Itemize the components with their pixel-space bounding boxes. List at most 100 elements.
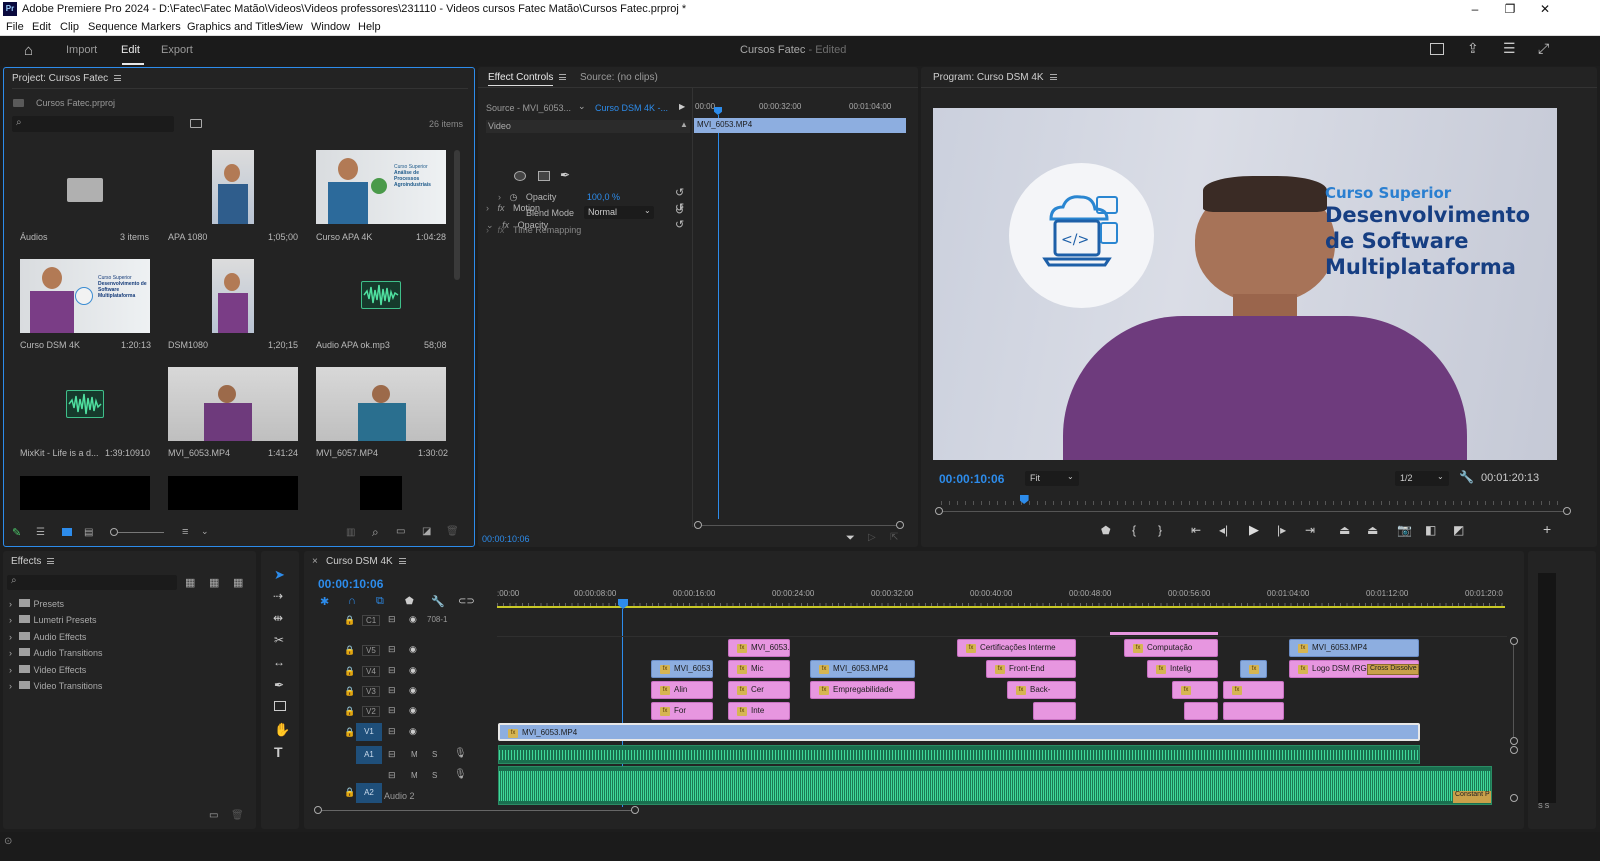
scroll-handle[interactable]: [896, 521, 904, 529]
ec-clip-bar[interactable]: MVI_6053.MP4: [694, 118, 906, 133]
track-label-v4[interactable]: V4: [362, 666, 380, 677]
effects-tab[interactable]: Effects: [11, 556, 55, 567]
solo-button[interactable]: S: [432, 771, 437, 780]
v-scroll-handle[interactable]: [1510, 794, 1518, 802]
clip-v4[interactable]: fx Front-End: [986, 660, 1076, 678]
go-to-out-icon[interactable]: ⇥: [1305, 523, 1315, 537]
camera-icon[interactable]: 📷: [1397, 523, 1412, 537]
clip-v5[interactable]: fx MVI_6053.: [728, 639, 790, 657]
mute-button[interactable]: M: [411, 771, 418, 780]
project-scrollbar[interactable]: [454, 150, 460, 280]
trash-icon[interactable]: 🗑: [446, 526, 459, 537]
filter-icon[interactable]: ⏷: [846, 532, 855, 545]
mute-button[interactable]: M: [411, 750, 418, 759]
captions-icon[interactable]: ⊂⊃: [458, 596, 475, 607]
lock-icon[interactable]: 🔒: [344, 645, 355, 656]
step-forward-icon[interactable]: |▸: [1277, 523, 1286, 537]
menu-file[interactable]: File: [6, 21, 24, 33]
collapse-arrow-icon[interactable]: ▲: [680, 120, 688, 129]
mark-in-icon[interactable]: {: [1132, 523, 1136, 537]
clip-v3[interactable]: fx Back-: [1007, 681, 1076, 699]
reset-icon[interactable]: ↺: [675, 204, 684, 217]
new-bin-icon[interactable]: [190, 119, 202, 128]
constant-power-transition[interactable]: Constant P: [1453, 791, 1491, 803]
freeform-view-icon[interactable]: ▤: [84, 527, 93, 538]
clip-v1[interactable]: fx MVI_6053.MP4: [498, 723, 1420, 741]
menu-graphics-titles[interactable]: Graphics and Titles: [187, 21, 281, 33]
solo-button[interactable]: S: [432, 750, 437, 759]
blend-mode-select[interactable]: Normal ⌄: [584, 206, 654, 219]
ec-scrollbar[interactable]: [702, 525, 896, 526]
playback-resolution-select[interactable]: 1/2 ⌄: [1395, 471, 1449, 486]
chevron-down-icon[interactable]: ⌄: [578, 101, 586, 112]
menu-edit[interactable]: Edit: [32, 21, 51, 33]
expand-arrow-icon[interactable]: ›: [486, 225, 489, 235]
program-timecode[interactable]: 00:00:10:06: [939, 472, 1004, 486]
list-view-icon[interactable]: ☰: [36, 527, 45, 538]
icon-view-icon[interactable]: [62, 528, 72, 536]
tab-export[interactable]: Export: [161, 44, 193, 56]
clip-v3[interactable]: fx: [1172, 681, 1218, 699]
meter-solo-left[interactable]: S: [1538, 803, 1543, 810]
folder-audio-transitions[interactable]: › Audio Transitions: [9, 648, 103, 658]
scroll-handle[interactable]: [694, 521, 702, 529]
h-scroll-handle[interactable]: [631, 806, 639, 814]
clip-v3[interactable]: fx: [1223, 681, 1284, 699]
folder-audio-effects[interactable]: › Audio Effects: [9, 632, 86, 642]
tab-source[interactable]: Source: (no clips): [580, 72, 658, 83]
menu-window[interactable]: Window: [311, 21, 350, 33]
zoom-slider[interactable]: [118, 532, 164, 533]
lift-icon[interactable]: ⏏: [1339, 523, 1350, 537]
play-arrow-icon[interactable]: ▶: [679, 102, 685, 111]
lock-icon[interactable]: 🔒: [344, 666, 355, 677]
folder-lumetri-presets[interactable]: › Lumetri Presets: [9, 615, 97, 625]
panel-menu-icon[interactable]: [114, 75, 122, 82]
clip-v2[interactable]: fx Inte: [728, 702, 790, 720]
clip-v5[interactable]: fx Certificações Interme: [957, 639, 1076, 657]
track-label-v1[interactable]: V1: [356, 723, 382, 741]
menu-clip[interactable]: Clip: [60, 21, 79, 33]
clip-v2[interactable]: fx For: [651, 702, 713, 720]
mark-out-icon[interactable]: }: [1158, 523, 1162, 537]
lock-icon[interactable]: 🔒: [344, 706, 355, 717]
minimize-button[interactable]: –: [1460, 1, 1490, 18]
meter-solo-right[interactable]: S: [1545, 803, 1550, 810]
yuv-effects-icon[interactable]: ▦: [233, 576, 243, 589]
thumb-dsm1080[interactable]: [212, 259, 254, 333]
home-icon[interactable]: ⌂: [24, 42, 33, 59]
fit-select[interactable]: Fit ⌄: [1025, 471, 1079, 486]
sync-lock-icon[interactable]: ⊟: [388, 614, 396, 625]
menu-view[interactable]: View: [279, 21, 303, 33]
maximize-button[interactable]: ❐: [1495, 1, 1525, 18]
eye-icon[interactable]: ◉: [409, 705, 417, 716]
clip-v4[interactable]: fx Intelig: [1147, 660, 1218, 678]
new-bin-icon[interactable]: ▭: [209, 810, 218, 821]
sync-lock-icon[interactable]: ⊟: [388, 705, 396, 716]
clip-v3[interactable]: fx Empregabilidade: [810, 681, 915, 699]
track-label-v2[interactable]: V2: [362, 706, 380, 717]
tab-import[interactable]: Import: [66, 44, 97, 56]
v-scroll-handle[interactable]: [1510, 637, 1518, 645]
time-ruler[interactable]: :00:00 00:00:08:00 00:00:16:00 00:00:24:00 0…: [497, 587, 1505, 609]
clip-v3[interactable]: fx Cer: [728, 681, 790, 699]
project-search-input[interactable]: ⌕: [12, 116, 174, 132]
sync-lock-icon[interactable]: ⊟: [388, 770, 396, 781]
eye-icon[interactable]: ◉: [409, 614, 417, 625]
reset-icon[interactable]: ↺: [675, 218, 684, 231]
work-area-bar[interactable]: [497, 606, 1505, 608]
thumb-black[interactable]: [168, 476, 298, 510]
clip-a1[interactable]: [498, 745, 1420, 764]
tab-edit[interactable]: Edit: [121, 44, 140, 56]
clip-v2[interactable]: [1223, 702, 1284, 720]
scrub-start-handle[interactable]: [935, 507, 943, 515]
time-remapping-row[interactable]: › fx Time Remapping: [486, 225, 581, 241]
ripple-edit-tool-icon[interactable]: ⇹: [273, 611, 283, 625]
play-icon[interactable]: ▶: [1249, 522, 1259, 538]
lock-icon[interactable]: 🔒: [344, 727, 355, 738]
folder-video-effects[interactable]: › Video Effects: [9, 665, 86, 675]
eye-icon[interactable]: ◉: [409, 665, 417, 676]
razor-tool-icon[interactable]: ✂: [274, 633, 284, 647]
lock-icon[interactable]: 🔒: [344, 686, 355, 697]
sync-lock-icon[interactable]: ⊟: [388, 726, 396, 737]
bin-audios[interactable]: [20, 150, 150, 224]
